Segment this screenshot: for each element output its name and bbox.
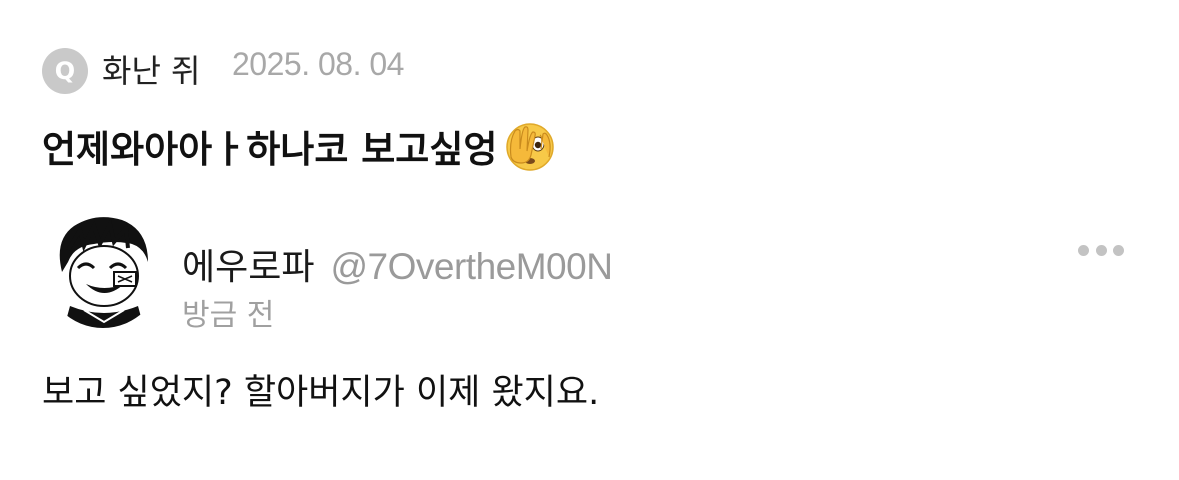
question-text: 언제와아아ㅏ하나코 보고싶엉 <box>42 128 498 171</box>
author-avatar[interactable] <box>44 210 162 328</box>
more-dot <box>1113 244 1124 256</box>
more-dot <box>1078 244 1089 256</box>
more-dot <box>1095 244 1107 256</box>
reply-text: 보고 싶었지? 할아버지가 이제 왔지요. <box>42 373 600 413</box>
reply-time: 방금 전 <box>182 298 275 333</box>
question-badge-icon: Q <box>42 48 88 94</box>
question-date: 2025. 08. 04 <box>232 46 404 82</box>
author-handle[interactable]: @7OvertheM00N <box>330 246 612 288</box>
author-name[interactable]: 에우로파 <box>182 238 314 290</box>
reply-author: 에우로파 @7OvertheM00N <box>182 238 613 290</box>
question-text-row: 언제와아아ㅏ하나코 보고싶엉 <box>42 118 557 174</box>
asker-name: 화난 쥐 <box>102 52 201 90</box>
more-horizontal-icon[interactable] <box>1078 238 1124 262</box>
face-with-peeking-eye-icon <box>503 119 557 173</box>
